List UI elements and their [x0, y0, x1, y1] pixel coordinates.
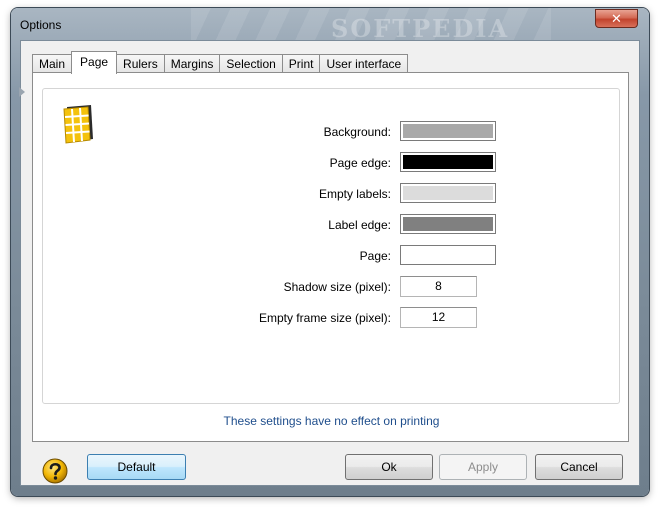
shadow-size-label: Shadow size (pixel): — [283, 280, 391, 294]
page-tab-panel: Background: Page edge: Empty labels: Lab… — [32, 72, 629, 442]
tab-main[interactable]: Main — [32, 54, 73, 74]
empty-labels-label: Empty labels: — [318, 187, 391, 201]
window-title: Options — [20, 18, 62, 32]
background-label: Background: — [323, 125, 391, 139]
tab-page[interactable]: Page — [71, 51, 118, 74]
empty-labels-color-button[interactable] — [400, 183, 496, 203]
background-color-fill — [403, 124, 493, 138]
shadow-size-input[interactable]: 8 — [400, 276, 477, 297]
page-edge-label: Page edge: — [329, 156, 391, 170]
label-edge-color-button[interactable] — [400, 214, 496, 234]
watermark: SOFTPEDIA — [331, 14, 510, 43]
page-label: Page: — [359, 249, 391, 263]
page-color-button[interactable] — [400, 245, 496, 265]
empty-frame-size-label: Empty frame size (pixel): — [258, 311, 391, 325]
page-grid-icon — [63, 105, 93, 144]
label-edge-label: Label edge: — [328, 218, 391, 232]
close-button[interactable]: ✕ — [595, 9, 638, 28]
printing-note: These settings have no effect on printin… — [223, 414, 440, 428]
tab-selection[interactable]: Selection — [219, 54, 283, 74]
cancel-button[interactable]: Cancel — [535, 454, 623, 480]
settings-group-box: Background: Page edge: Empty labels: Lab… — [42, 88, 620, 404]
tab-print[interactable]: Print — [281, 54, 321, 74]
empty-frame-size-input[interactable]: 12 — [400, 307, 477, 328]
dialog-client-area: Main Page Rulers Margins Selection Print… — [19, 40, 640, 486]
page-edge-color-button[interactable] — [400, 152, 496, 172]
page-color-fill — [403, 248, 493, 262]
tab-user-interface[interactable]: User interface — [319, 54, 409, 74]
ok-button[interactable]: Ok — [345, 454, 433, 480]
page-edge-color-fill — [403, 155, 493, 169]
tab-margins[interactable]: Margins — [163, 54, 221, 74]
tab-rulers[interactable]: Rulers — [116, 54, 165, 74]
help-icon[interactable] — [42, 458, 68, 484]
options-window: SOFTPEDIA Options ✕ Main Page Rulers Mar… — [11, 8, 649, 496]
tab-strip: Main Page Rulers Margins Selection Print… — [32, 51, 409, 74]
empty-labels-color-fill — [403, 186, 493, 200]
label-edge-color-fill — [403, 217, 493, 231]
default-button[interactable]: Default — [87, 454, 186, 480]
title-bar[interactable]: SOFTPEDIA Options ✕ — [11, 8, 649, 43]
expand-arrow-icon[interactable] — [19, 87, 25, 97]
close-icon: ✕ — [611, 11, 622, 26]
background-color-button[interactable] — [400, 121, 496, 141]
apply-button[interactable]: Apply — [439, 454, 527, 480]
